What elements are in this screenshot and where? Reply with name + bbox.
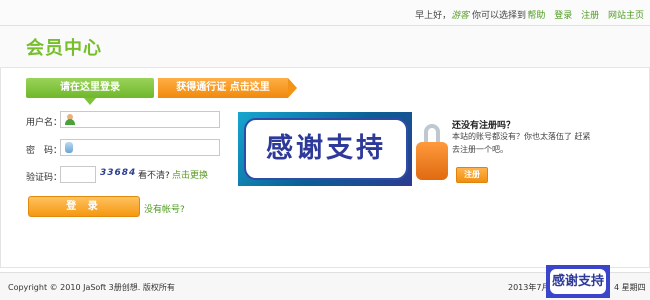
user-icon xyxy=(65,114,75,125)
copyright-text: Copyright © 2010 JaSoft 3册创想. 版权所有 xyxy=(8,283,175,292)
captcha-label: 验证码： xyxy=(26,173,63,183)
greeting-suffix: 你可以选择到 xyxy=(469,11,526,21)
username: 游客 xyxy=(451,11,470,21)
register-link[interactable]: 注册 xyxy=(581,11,599,21)
tab-login-pointer xyxy=(84,98,96,105)
thanks-banner: 感谢支持 xyxy=(238,112,412,186)
page-header: 会员中心 xyxy=(0,26,650,68)
key-icon xyxy=(65,142,73,153)
register-description: 本站的账号都没有？你也太落伍了 赶紧去注册一个吧。 xyxy=(452,132,591,154)
page-title: 会员中心 xyxy=(26,38,102,59)
banner-text: 感谢支持 xyxy=(266,133,386,164)
homepage-link[interactable]: 网站主页 xyxy=(608,11,644,21)
login-button[interactable]: 登 录 xyxy=(28,196,140,217)
top-bar: 早上好，游客 你可以选择到 帮助 登录 注册 网站主页 xyxy=(0,0,650,26)
register-button[interactable]: 注册 xyxy=(456,167,488,183)
thanks-badge: 感谢支持 xyxy=(546,265,610,298)
date-text: 2013年7月 xyxy=(508,283,550,292)
change-captcha-link[interactable]: 点击更换 xyxy=(172,168,208,181)
tab-login[interactable]: 请在这里登录 xyxy=(26,78,154,98)
tab-passport[interactable]: 获得通行证 点击这里 xyxy=(158,78,288,98)
login-link[interactable]: 登录 xyxy=(554,11,572,21)
password-field[interactable] xyxy=(60,139,220,156)
cant-see-text: 看不清? xyxy=(138,171,170,181)
lock-icon xyxy=(416,124,448,182)
help-link[interactable]: 帮助 xyxy=(527,11,545,21)
tab-passport-arrow xyxy=(288,78,297,98)
username-label: 用户名： xyxy=(26,118,63,128)
greeting: 早上好，游客 你可以选择到 xyxy=(415,8,526,21)
greeting-prefix: 早上好， xyxy=(415,11,452,21)
weekday-text: 4 星期四 xyxy=(614,283,646,292)
no-account-link[interactable]: 没有帐号? xyxy=(144,202,185,215)
badge-text: 感谢支持 xyxy=(550,269,606,294)
top-links: 帮助 登录 注册 网站主页 xyxy=(521,8,644,21)
password-label: 密 码： xyxy=(26,146,63,156)
username-field[interactable] xyxy=(60,111,220,128)
captcha-field[interactable] xyxy=(60,166,96,183)
captcha-image[interactable]: 33684 xyxy=(100,168,136,178)
